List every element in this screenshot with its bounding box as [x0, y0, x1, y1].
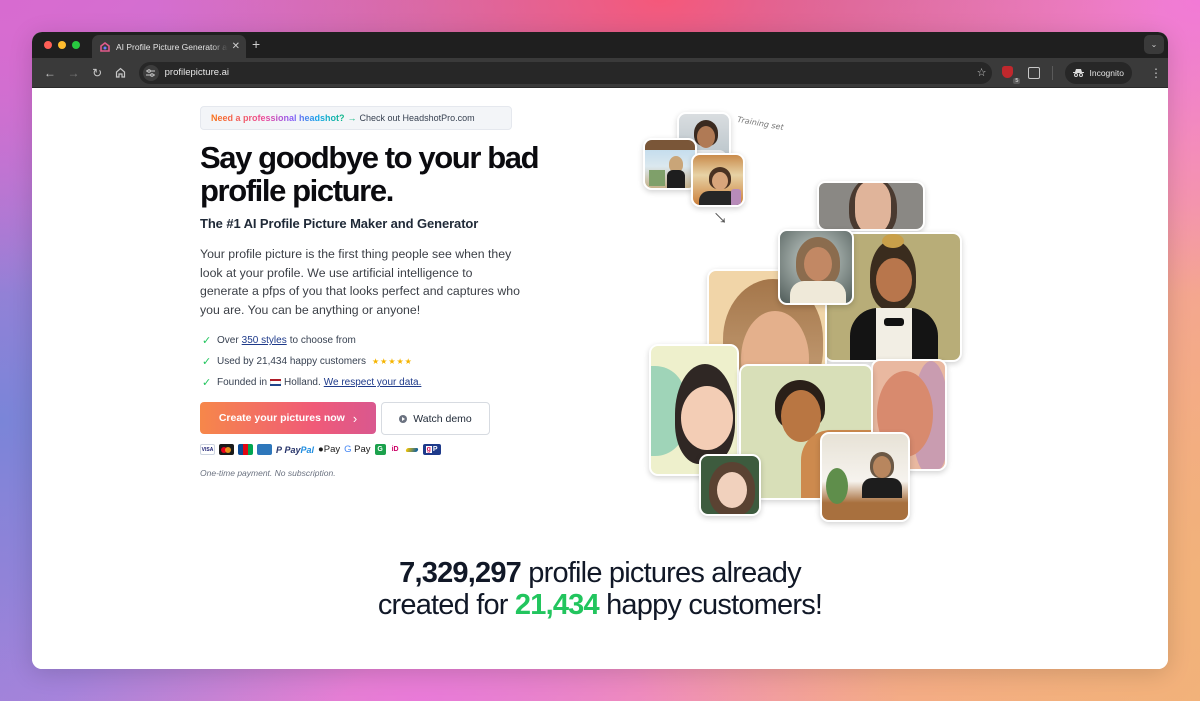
- visa-icon: VISA: [200, 444, 215, 455]
- arrow-down-right-icon: ↓: [706, 203, 732, 230]
- check-icon: ✓: [202, 356, 212, 368]
- privacy-link[interactable]: We respect your data.: [324, 377, 422, 388]
- generated-portrait: [778, 229, 854, 305]
- incognito-icon: [1073, 69, 1085, 77]
- feature-list: ✓ Over 350 styles to choose from ✓ Used …: [202, 330, 424, 393]
- toolbar-divider: [1052, 65, 1054, 80]
- home-button[interactable]: [109, 61, 133, 85]
- tab-title: AI Profile Picture Generator and Maker: [116, 41, 228, 52]
- generated-portrait: [817, 181, 925, 231]
- hero-headline: Say goodbye to your bad profile picture.: [200, 140, 540, 208]
- new-tab-button[interactable]: +: [252, 36, 260, 52]
- headshotpro-announcement[interactable]: Need a professional headshot? → Check ou…: [200, 106, 512, 130]
- browser-toolbar: ← → ↻ profilepicture.ai ☆ 5 Incognito ⋮: [32, 58, 1168, 88]
- site-favicon-icon: [100, 41, 110, 52]
- pictures-count: 7,329,297: [399, 557, 522, 589]
- feature-item-founded: ✓ Founded in Holland. We respect your da…: [202, 377, 422, 389]
- netherlands-flag-icon: [270, 379, 282, 386]
- address-bar[interactable]: profilepicture.ai ☆: [138, 61, 993, 84]
- browser-menu-icon[interactable]: ⋮: [1150, 66, 1162, 80]
- tab-strip: AI Profile Picture Generator and Maker ✕…: [32, 32, 1168, 58]
- incognito-indicator[interactable]: Incognito: [1065, 61, 1132, 84]
- forward-button[interactable]: →: [62, 61, 86, 85]
- watch-demo-button[interactable]: Watch demo: [381, 402, 490, 435]
- stats-headline: 7,329,297 profile pictures already creat…: [377, 557, 823, 621]
- bancontact-icon: [404, 444, 419, 455]
- url-text[interactable]: profilepicture.ai: [165, 67, 977, 78]
- training-set-label: Training set: [736, 114, 785, 133]
- generated-portrait: [820, 432, 910, 522]
- close-tab-icon[interactable]: ✕: [232, 41, 240, 52]
- extension-badge-count: 5: [1013, 77, 1021, 84]
- jcb-icon: [238, 444, 253, 455]
- generated-portrait: [699, 454, 761, 516]
- maximize-window-button[interactable]: [72, 41, 80, 49]
- tab-search-button[interactable]: ⌄: [1144, 35, 1164, 54]
- shield-extension-icon[interactable]: 5: [1002, 65, 1021, 84]
- play-icon: [399, 414, 408, 423]
- amex-icon: [257, 444, 272, 455]
- feature-item-styles: ✓ Over 350 styles to choose from: [202, 335, 356, 347]
- profile-picture-collage: ↶ Training set ↓: [607, 109, 962, 529]
- announcement-link-text: Check out HeadshotPro.com: [359, 113, 475, 123]
- przelewy24-icon: gP: [422, 444, 441, 455]
- styles-link[interactable]: 350 styles: [242, 335, 287, 346]
- check-icon: ✓: [202, 377, 212, 389]
- mastercard-icon: [219, 444, 234, 455]
- payment-note: One-time payment. No subscription.: [200, 468, 336, 478]
- rating-stars-icon: ★★★★★: [371, 357, 413, 366]
- google-pay-icon: G Pay: [344, 444, 371, 455]
- chevron-right-icon: ›: [352, 410, 358, 426]
- back-button[interactable]: ←: [38, 61, 62, 85]
- customers-count: 21,434: [514, 589, 600, 621]
- ideal-icon: iD: [391, 446, 399, 453]
- apple-pay-icon: ●Pay: [318, 444, 341, 455]
- check-icon: ✓: [202, 335, 212, 347]
- page-content: Need a professional headshot? → Check ou…: [32, 89, 1168, 669]
- paypal-icon: P Pay Pal: [276, 444, 315, 455]
- close-window-button[interactable]: [44, 41, 52, 49]
- hero-description: Your profile picture is the first thing …: [200, 247, 520, 317]
- feature-item-customers: ✓ Used by 21,434 happy customers ★★★★★: [202, 356, 413, 368]
- hero-subtitle: The #1 AI Profile Picture Maker and Gene…: [200, 216, 479, 231]
- payment-methods: VISA P Pay Pal ●Pay G Pay G iD gP: [200, 444, 441, 455]
- window-controls: [44, 41, 80, 49]
- giropay-icon: G: [374, 444, 386, 455]
- arrow-right-icon: →: [347, 113, 357, 123]
- browser-tab-active[interactable]: AI Profile Picture Generator and Maker ✕: [92, 35, 246, 58]
- training-photo: [643, 138, 697, 190]
- site-settings-icon[interactable]: [142, 64, 159, 81]
- training-photo: [691, 153, 745, 207]
- reload-button[interactable]: ↻: [85, 61, 109, 85]
- bookmark-star-icon[interactable]: ☆: [977, 66, 987, 79]
- browser-window: AI Profile Picture Generator and Maker ✕…: [32, 32, 1168, 669]
- incognito-label: Incognito: [1089, 67, 1124, 78]
- extensions-puzzle-icon[interactable]: [1028, 66, 1041, 79]
- minimize-window-button[interactable]: [58, 41, 66, 49]
- create-pictures-button[interactable]: Create your pictures now ›: [200, 402, 376, 434]
- home-icon: [116, 67, 126, 78]
- announcement-highlight: Need a professional headshot?: [211, 113, 345, 123]
